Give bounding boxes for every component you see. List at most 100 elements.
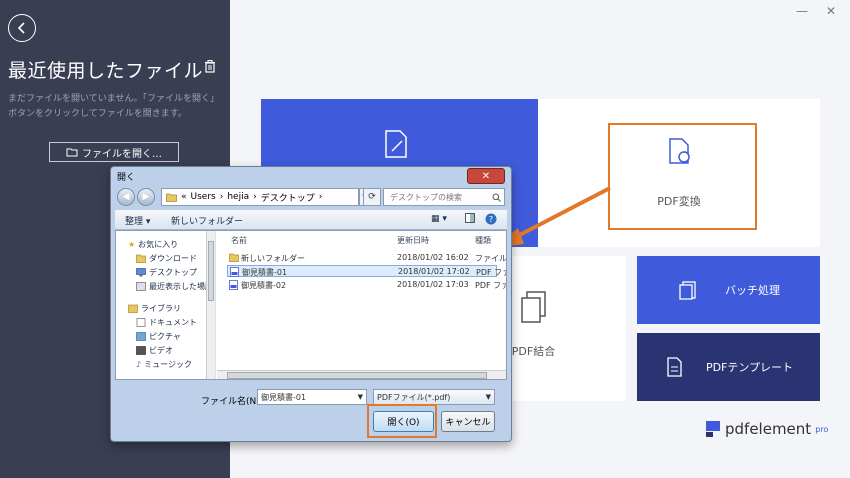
nav-label: 最近表示した場所	[149, 282, 213, 291]
nav-label: ダウンロード	[149, 254, 197, 263]
svg-text:?: ?	[489, 215, 493, 224]
forward-nav-button[interactable]: ▶	[137, 188, 155, 206]
pdfelement-logo-icon	[706, 421, 720, 437]
view-options-icon[interactable]: ▦ ▾	[431, 214, 447, 224]
filetype-value: PDFファイル(*.pdf)	[377, 392, 451, 402]
merge-label: PDF結合	[511, 344, 556, 358]
file-name: 御見積書-02	[241, 281, 287, 290]
nav-item-favorites[interactable]: ★ お気に入り	[128, 239, 178, 250]
nav-label: ドキュメント	[149, 318, 197, 327]
file-row[interactable]: 新しいフォルダー 2018/01/02 16:02 ファイル	[227, 252, 506, 264]
logo-edition: pro	[815, 424, 829, 434]
filename-label: ファイル名(N):	[201, 397, 263, 407]
logo-brand: pdfelement	[725, 420, 812, 438]
help-icon[interactable]: ?	[485, 213, 497, 228]
path-segment-desktop[interactable]: デスクトップ	[261, 191, 315, 204]
file-modified: 2018/01/02 17:03	[397, 280, 469, 289]
nav-item-music[interactable]: ♪ ミュージック	[136, 359, 192, 370]
nav-label: ライブラリ	[141, 304, 181, 313]
dialog-close-button[interactable]: ✕	[467, 168, 505, 184]
cancel-button[interactable]: キャンセル	[441, 411, 495, 432]
highlight-pdf-convert	[608, 123, 757, 230]
file-type: PDF ファ	[476, 268, 507, 277]
recent-files-description: まだファイルを開いていません。「ファイルを開く」ボタンをクリックしてファイルを開…	[8, 94, 219, 119]
dialog-content: ★ お気に入り ダウンロード デスクトップ 最近表示した場所 ライブラリ ドキュ…	[115, 230, 507, 380]
preview-pane-icon[interactable]	[465, 213, 475, 226]
star-icon: ★	[128, 240, 136, 249]
batch-icon	[679, 281, 696, 300]
file-modified: 2018/01/02 17:02	[398, 267, 470, 276]
nav-item-documents[interactable]: ドキュメント	[136, 317, 197, 328]
music-icon: ♪	[136, 360, 142, 369]
documents-icon	[136, 318, 146, 327]
pdf-file-icon	[229, 280, 238, 292]
minimize-button[interactable]: —	[796, 4, 808, 18]
nav-item-libraries[interactable]: ライブラリ	[128, 303, 181, 314]
pictures-icon	[136, 332, 146, 341]
nav-item-desktop[interactable]: デスクトップ	[136, 267, 197, 278]
close-window-button[interactable]: ✕	[826, 4, 836, 18]
nav-item-pictures[interactable]: ピクチャ	[136, 331, 181, 342]
file-type: PDF ファ	[475, 281, 507, 290]
nav-scrollbar[interactable]	[206, 231, 215, 379]
dialog-toolbar: 整理 ▾ 新しいフォルダー ▦ ▾ ?	[115, 210, 507, 230]
path-separator-icon: ›	[219, 192, 224, 202]
file-name: 御見積書-01	[242, 268, 288, 277]
file-row-selected[interactable]: 御見積書-01 2018/01/02 17:02 PDF ファ	[227, 265, 506, 279]
search-input[interactable]	[390, 192, 490, 202]
nav-row: ◀ ▶ « Users › hejia › デスクトップ › ▼ ⟳	[117, 188, 505, 207]
file-list: 名前 更新日時 種類 新しいフォルダー 2018/01/02 16:02 ファイ…	[217, 231, 506, 379]
address-bar[interactable]: « Users › hejia › デスクトップ ›	[161, 188, 359, 206]
file-name: 新しいフォルダー	[241, 254, 305, 263]
dialog-title: 開く	[117, 173, 136, 183]
path-segment-user[interactable]: hejia	[227, 192, 249, 202]
chevron-down-icon[interactable]: ▼	[358, 393, 363, 401]
navigation-pane: ★ お気に入り ダウンロード デスクトップ 最近表示した場所 ライブラリ ドキュ…	[116, 231, 216, 379]
nav-item-videos[interactable]: ビデオ	[136, 345, 173, 356]
chevron-left-icon	[17, 22, 25, 34]
open-file-dialog: 開く ✕ ◀ ▶ « Users › hejia › デスクトップ › ▼ ⟳ …	[110, 166, 512, 442]
tile-template[interactable]: PDFテンプレート	[637, 333, 820, 401]
pdf-file-icon	[230, 267, 239, 279]
organize-button[interactable]: 整理 ▾	[125, 214, 150, 227]
file-modified: 2018/01/02 16:02	[397, 253, 469, 262]
column-name-header[interactable]: 名前	[231, 235, 247, 246]
merge-documents-icon	[520, 290, 546, 323]
highlight-open-button	[367, 404, 437, 438]
folder-icon	[166, 193, 177, 202]
refresh-icon[interactable]: ⟳	[363, 188, 381, 206]
column-type-header[interactable]: 種類	[475, 235, 491, 246]
app-logo: pdfelement pro	[705, 420, 828, 438]
back-button[interactable]	[8, 14, 36, 42]
path-prefix: «	[181, 192, 187, 202]
nav-label: デスクトップ	[149, 268, 197, 277]
search-box[interactable]	[383, 188, 505, 206]
recent-files-title: 最近使用したファイル	[8, 60, 204, 82]
back-nav-button[interactable]: ◀	[117, 188, 135, 206]
file-list-scrollbar[interactable]	[217, 370, 506, 379]
template-label: PDFテンプレート	[705, 361, 794, 374]
folder-icon	[66, 148, 78, 157]
nav-item-downloads[interactable]: ダウンロード	[136, 253, 197, 264]
open-file-button[interactable]: ファイルを開く…	[49, 142, 179, 162]
file-row[interactable]: 御見積書-02 2018/01/02 17:03 PDF ファ	[227, 279, 506, 292]
file-type: ファイル	[475, 254, 507, 263]
dialog-titlebar[interactable]: 開く ✕	[111, 167, 511, 187]
column-modified-header[interactable]: 更新日時	[397, 235, 429, 246]
filetype-select[interactable]: PDFファイル(*.pdf) ▼	[373, 389, 495, 405]
nav-label: お気に入り	[138, 240, 179, 249]
file-list-scrollbar-thumb[interactable]	[227, 372, 487, 379]
tile-batch[interactable]: バッチ処理	[637, 256, 820, 324]
new-folder-button[interactable]: 新しいフォルダー	[171, 214, 243, 227]
nav-item-recent[interactable]: 最近表示した場所	[136, 281, 213, 292]
batch-label: バッチ処理	[725, 284, 780, 297]
filename-input[interactable]: 御見積書-01 ▼	[257, 389, 367, 405]
folder-icon	[229, 253, 239, 264]
recent-places-icon	[136, 282, 146, 291]
path-segment-users[interactable]: Users	[191, 192, 216, 202]
nav-scrollbar-thumb[interactable]	[208, 241, 214, 301]
trash-icon[interactable]	[204, 60, 216, 76]
path-separator-icon: ›	[253, 192, 257, 202]
template-icon	[667, 357, 682, 377]
nav-label: ミュージック	[144, 360, 192, 369]
